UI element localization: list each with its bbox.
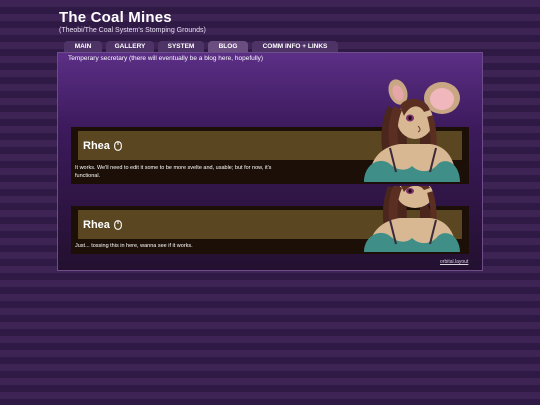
tab-main[interactable]: MAIN [64,41,102,52]
intro-text: Temperary secretary (there will eventual… [68,55,264,62]
mouse-icon [114,219,122,230]
post-body: It works. We'll need to edit it some to … [75,165,272,179]
tab-gallery[interactable]: GALLERY [106,41,154,52]
site-title: The Coal Mines [59,9,172,26]
tab-comm-info-links[interactable]: COMM INFO + LINKS [252,41,338,52]
post-body: Just... tossing this in here, wanna see … [75,243,193,249]
character-portrait [364,186,460,252]
post-author: Rhea [83,139,110,152]
post-author: Rhea [83,218,110,231]
character-portrait [364,79,460,182]
tab-system[interactable]: SYSTEM [158,41,204,52]
main-nav: MAIN GALLERY SYSTEM BLOG COMM INFO + LIN… [64,41,342,52]
site-subtitle: (Theobi/The Coal System's Stomping Groun… [59,27,206,34]
layout-credit-link[interactable]: orbital.layout [440,259,468,265]
tab-blog[interactable]: BLOG [208,41,248,52]
mouse-icon [114,140,122,151]
